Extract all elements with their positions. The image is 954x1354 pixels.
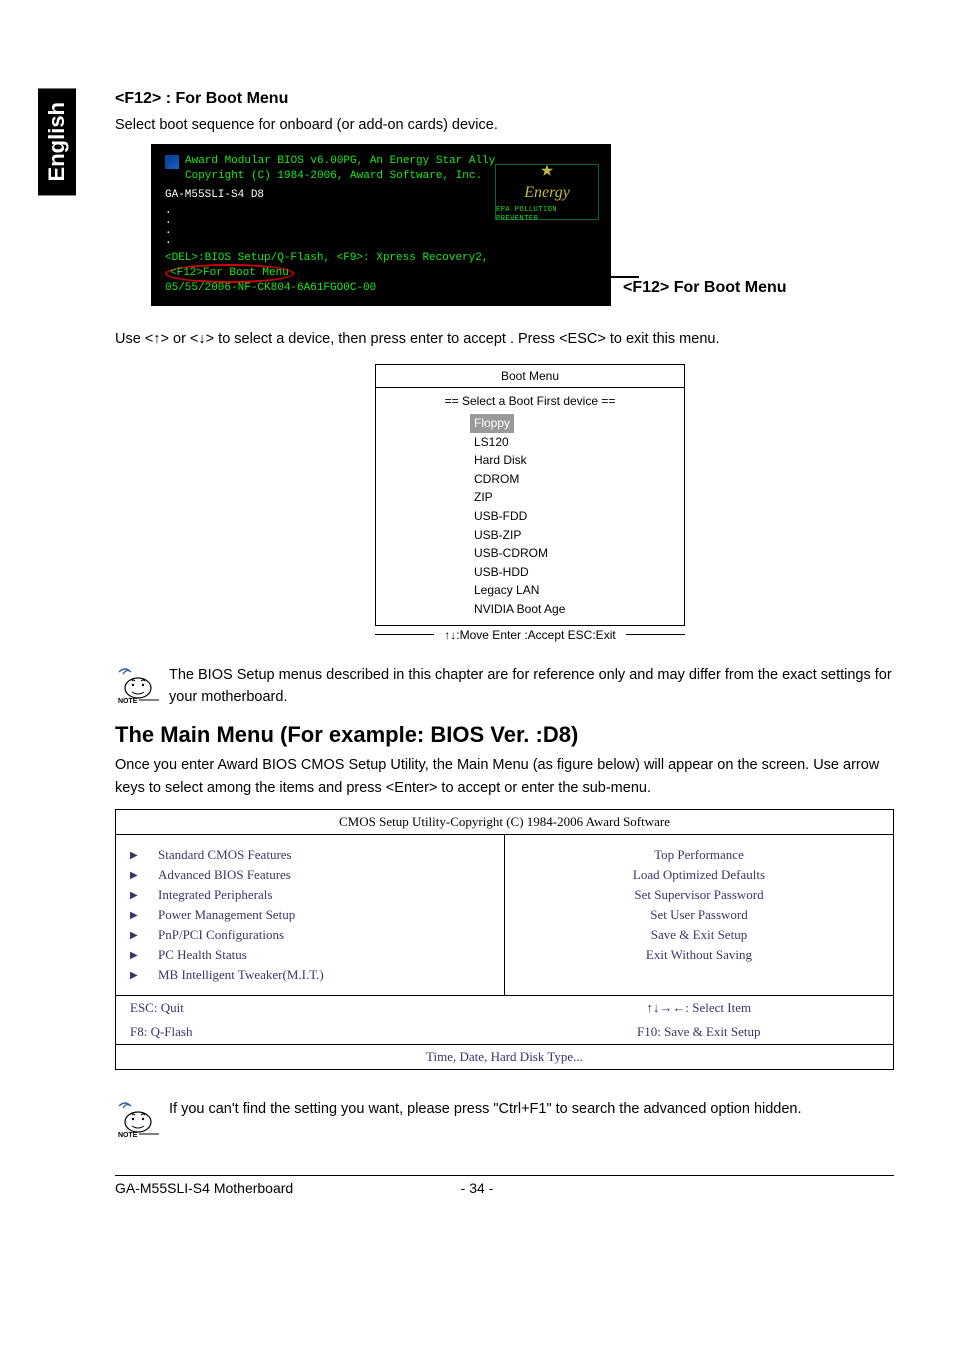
cmos-menu-item[interactable]: Set Supervisor Password <box>519 885 879 905</box>
cmos-menu-item[interactable]: ▶ Power Management Setup <box>130 905 490 925</box>
footer-page-number: - 34 - <box>461 1180 494 1196</box>
cmos-menu-item[interactable]: Set User Password <box>519 905 879 925</box>
cmos-menu-label: Exit Without Saving <box>646 947 752 963</box>
cmos-menu-item[interactable]: Load Optimized Defaults <box>519 865 879 885</box>
cmos-menu-label: Integrated Peripherals <box>158 887 272 903</box>
svg-text:NOTE: NOTE <box>118 698 138 704</box>
cmos-menu-item[interactable]: ▶ MB Intelligent Tweaker(M.I.T.) <box>130 965 490 985</box>
triangle-right-icon: ▶ <box>130 850 140 861</box>
svg-text:NOTE: NOTE <box>118 1132 138 1138</box>
page-footer: GA-M55SLI-S4 Motherboard - 34 - <box>115 1175 894 1196</box>
boot-menu-item[interactable]: Legacy LAN <box>474 581 684 600</box>
section-f12-desc: Select boot sequence for onboard (or add… <box>115 114 894 136</box>
triangle-right-icon: ▶ <box>130 890 140 901</box>
boot-menu-item[interactable]: USB-HDD <box>474 563 684 582</box>
cmos-setup-utility: CMOS Setup Utility-Copyright (C) 1984-20… <box>115 809 894 1070</box>
cmos-menu-item[interactable]: ▶ Integrated Peripherals <box>130 885 490 905</box>
bios-build-id: 05/55/2006-NF-CK804-6A61FGO0C-00 <box>165 281 597 296</box>
triangle-right-icon: ▶ <box>130 950 140 961</box>
main-menu-desc: Once you enter Award BIOS CMOS Setup Uti… <box>115 754 894 799</box>
language-tab: English <box>38 88 76 195</box>
boot-menu-item[interactable]: Floppy <box>474 414 684 433</box>
cmos-menu-label: PC Health Status <box>158 947 247 963</box>
nav-instruction: Use <↑> or <↓> to select a device, then … <box>115 328 894 350</box>
footer-product: GA-M55SLI-S4 Motherboard <box>115 1180 293 1196</box>
triangle-right-icon: ▶ <box>130 910 140 921</box>
cmos-menu-label: Save & Exit Setup <box>651 927 747 943</box>
boot-menu-item[interactable]: NVIDIA Boot Age <box>474 600 684 619</box>
cmos-title-bar: CMOS Setup Utility-Copyright (C) 1984-20… <box>116 810 893 835</box>
cmos-menu-label: Top Performance <box>654 847 744 863</box>
bios-line1: Award Modular BIOS v6.00PG, An Energy St… <box>185 154 495 169</box>
award-logo-icon <box>165 155 179 169</box>
note-icon: NOTE <box>115 664 161 707</box>
bios-post-screen: Award Modular BIOS v6.00PG, An Energy St… <box>151 144 611 305</box>
boot-menu-title: Boot Menu <box>376 365 684 388</box>
cmos-menu-label: Load Optimized Defaults <box>633 867 765 883</box>
cmos-menu-item[interactable]: Save & Exit Setup <box>519 925 879 945</box>
cmos-menu-label: Power Management Setup <box>158 907 295 923</box>
energy-epa: EPA POLLUTION PREVENTER <box>496 206 598 225</box>
boot-menu-footer-hint: ↑↓:Move Enter :Accept ESC:Exit <box>434 626 625 644</box>
cmos-menu-label: MB Intelligent Tweaker(M.I.T.) <box>158 967 324 983</box>
cmos-hint-f8: F8: Q-Flash <box>116 1020 505 1044</box>
boot-menu-item[interactable]: CDROM <box>474 470 684 489</box>
energy-star-badge: ★ Energy EPA POLLUTION PREVENTER <box>495 164 599 220</box>
note-ctrlf1-text: If you can't find the setting you want, … <box>169 1098 802 1120</box>
callout-f12-label: <F12> For Boot Menu <box>623 279 787 297</box>
boot-menu-item[interactable]: Hard Disk <box>474 451 684 470</box>
cmos-hint-arrows: ↑↓→←: Select Item <box>505 996 894 1020</box>
bios-hint-pre: <DEL>:BIOS Setup/Q-Flash, <F9>: Xpress R… <box>165 252 488 264</box>
cmos-menu-item[interactable]: Top Performance <box>519 845 879 865</box>
cmos-menu-item[interactable]: ▶ Standard CMOS Features <box>130 845 490 865</box>
cmos-menu-label: Set User Password <box>650 907 748 923</box>
cmos-menu-item[interactable]: ▶ Advanced BIOS Features <box>130 865 490 885</box>
cmos-menu-item[interactable]: ▶ PC Health Status <box>130 945 490 965</box>
boot-menu-item[interactable]: ZIP <box>474 488 684 507</box>
note-reference-text: The BIOS Setup menus described in this c… <box>169 664 894 709</box>
f12-highlight-ellipse: <F12>For Boot Menu <box>165 264 294 283</box>
cmos-item-description: Time, Date, Hard Disk Type... <box>116 1044 893 1069</box>
cmos-menu-item[interactable]: ▶ PnP/PCI Configurations <box>130 925 490 945</box>
cmos-hint-f10: F10: Save & Exit Setup <box>505 1020 894 1044</box>
triangle-right-icon: ▶ <box>130 970 140 981</box>
boot-menu-item[interactable]: USB-CDROM <box>474 544 684 563</box>
note-icon: NOTE <box>115 1098 161 1141</box>
boot-menu-item[interactable]: LS120 <box>474 433 684 452</box>
triangle-right-icon: ▶ <box>130 870 140 881</box>
cmos-hint-esc: ESC: Quit <box>116 996 505 1020</box>
cmos-menu-label: Standard CMOS Features <box>158 847 292 863</box>
cmos-menu-label: PnP/PCI Configurations <box>158 927 284 943</box>
cmos-menu-label: Advanced BIOS Features <box>158 867 291 883</box>
cmos-menu-label: Set Supervisor Password <box>634 887 763 903</box>
cmos-menu-item[interactable]: Exit Without Saving <box>519 945 879 965</box>
energy-cursive: Energy <box>524 182 570 204</box>
bios-line2: Copyright (C) 1984-2006, Award Software,… <box>185 169 495 184</box>
boot-menu-item[interactable]: USB-FDD <box>474 507 684 526</box>
star-icon: ★ <box>540 160 553 182</box>
boot-menu-subtitle: == Select a Boot First device == <box>376 388 684 410</box>
divider <box>626 634 685 635</box>
triangle-right-icon: ▶ <box>130 930 140 941</box>
section-f12-title: <F12> : For Boot Menu <box>115 90 894 108</box>
divider <box>375 634 434 635</box>
boot-menu-dialog: Boot Menu == Select a Boot First device … <box>375 364 685 644</box>
main-menu-heading: The Main Menu (For example: BIOS Ver. :D… <box>115 722 894 748</box>
boot-menu-item[interactable]: USB-ZIP <box>474 526 684 545</box>
